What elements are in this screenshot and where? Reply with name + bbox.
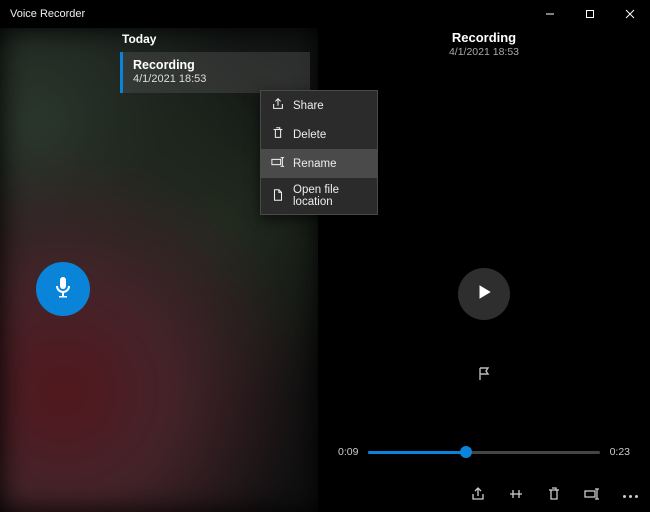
- add-marker-button[interactable]: [476, 366, 492, 387]
- file-icon: [271, 188, 285, 205]
- minimize-button[interactable]: [530, 0, 570, 28]
- ellipsis-icon: [623, 495, 638, 498]
- context-menu: Share Delete Rename Open file location: [260, 90, 378, 215]
- menu-label: Rename: [293, 158, 336, 170]
- share-icon: [470, 486, 486, 507]
- trash-icon: [546, 486, 562, 507]
- bottom-toolbar: [470, 488, 638, 504]
- app-title: Voice Recorder: [0, 8, 85, 20]
- flag-icon: [476, 369, 492, 386]
- section-header: Today: [0, 28, 318, 52]
- menu-label: Open file location: [293, 184, 367, 208]
- share-icon: [271, 97, 285, 114]
- rename-icon: [584, 486, 600, 507]
- play-icon: [475, 283, 493, 306]
- share-button[interactable]: [470, 488, 486, 504]
- time-current: 0:09: [338, 446, 358, 458]
- play-button[interactable]: [458, 268, 510, 320]
- seek-fill: [368, 451, 465, 454]
- menu-item-share[interactable]: Share: [261, 91, 377, 120]
- trash-icon: [271, 126, 285, 143]
- detail-title: Recording: [449, 30, 519, 45]
- maximize-button[interactable]: [570, 0, 610, 28]
- seek-track[interactable]: [368, 451, 599, 454]
- trim-button[interactable]: [508, 488, 524, 504]
- rename-button[interactable]: [584, 488, 600, 504]
- rename-icon: [271, 155, 285, 172]
- title-bar: Voice Recorder: [0, 0, 650, 28]
- detail-header: Recording 4/1/2021 18:53: [449, 30, 519, 58]
- timeline: 0:09 0:23: [338, 446, 630, 458]
- menu-item-delete[interactable]: Delete: [261, 120, 377, 149]
- detail-date: 4/1/2021 18:53: [449, 46, 519, 58]
- menu-item-open-location[interactable]: Open file location: [261, 178, 377, 214]
- main: Today Recording 4/1/2021 18:53 Share Del…: [0, 28, 650, 512]
- recording-item-title: Recording: [133, 58, 300, 72]
- record-button[interactable]: [36, 262, 90, 316]
- microphone-icon: [51, 275, 75, 304]
- menu-label: Share: [293, 100, 324, 112]
- recording-list-item[interactable]: Recording 4/1/2021 18:53: [120, 52, 310, 93]
- menu-label: Delete: [293, 129, 326, 141]
- time-total: 0:23: [610, 446, 630, 458]
- menu-item-rename[interactable]: Rename: [261, 149, 377, 178]
- close-button[interactable]: [610, 0, 650, 28]
- recording-item-date: 4/1/2021 18:53: [133, 73, 300, 85]
- delete-button[interactable]: [546, 488, 562, 504]
- window-controls: [530, 0, 650, 28]
- seek-thumb[interactable]: [460, 446, 472, 458]
- trim-icon: [508, 486, 524, 507]
- more-button[interactable]: [622, 488, 638, 504]
